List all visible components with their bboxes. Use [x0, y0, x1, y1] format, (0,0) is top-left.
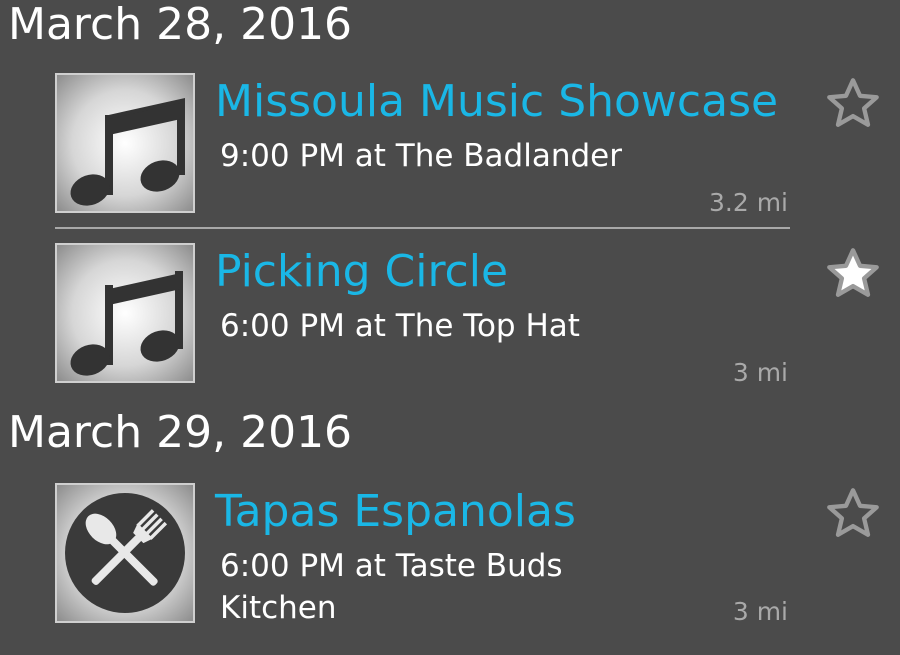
- event-thumbnail: [55, 483, 195, 623]
- star-outline-icon[interactable]: [824, 485, 882, 543]
- event-title[interactable]: Picking Circle: [215, 250, 508, 294]
- event-detail-continued: Kitchen: [220, 590, 337, 626]
- star-filled-icon[interactable]: [824, 245, 882, 303]
- event-detail: 9:00 PM at The Badlander: [220, 138, 622, 174]
- date-header: March 28, 2016: [8, 0, 353, 50]
- divider: [55, 227, 790, 229]
- event-thumbnail: [55, 243, 195, 383]
- event-detail: 6:00 PM at The Top Hat: [220, 308, 580, 344]
- event-distance: 3.2 mi: [708, 188, 788, 217]
- date-header: March 29, 2016: [8, 407, 353, 458]
- event-list: March 28, 2016 Missoula Music Showcase 9…: [0, 0, 900, 655]
- fork-spoon-icon: [65, 493, 185, 613]
- music-note-icon: [70, 98, 185, 206]
- event-thumbnail: [55, 73, 195, 213]
- event-title[interactable]: Tapas Espanolas: [215, 490, 576, 534]
- event-distance: 3 mi: [732, 597, 788, 626]
- event-title[interactable]: Missoula Music Showcase: [215, 80, 778, 124]
- event-detail: 6:00 PM at Taste Buds: [220, 548, 563, 584]
- music-note-icon: [70, 271, 183, 376]
- star-outline-icon[interactable]: [824, 75, 882, 133]
- event-distance: 3 mi: [732, 358, 788, 387]
